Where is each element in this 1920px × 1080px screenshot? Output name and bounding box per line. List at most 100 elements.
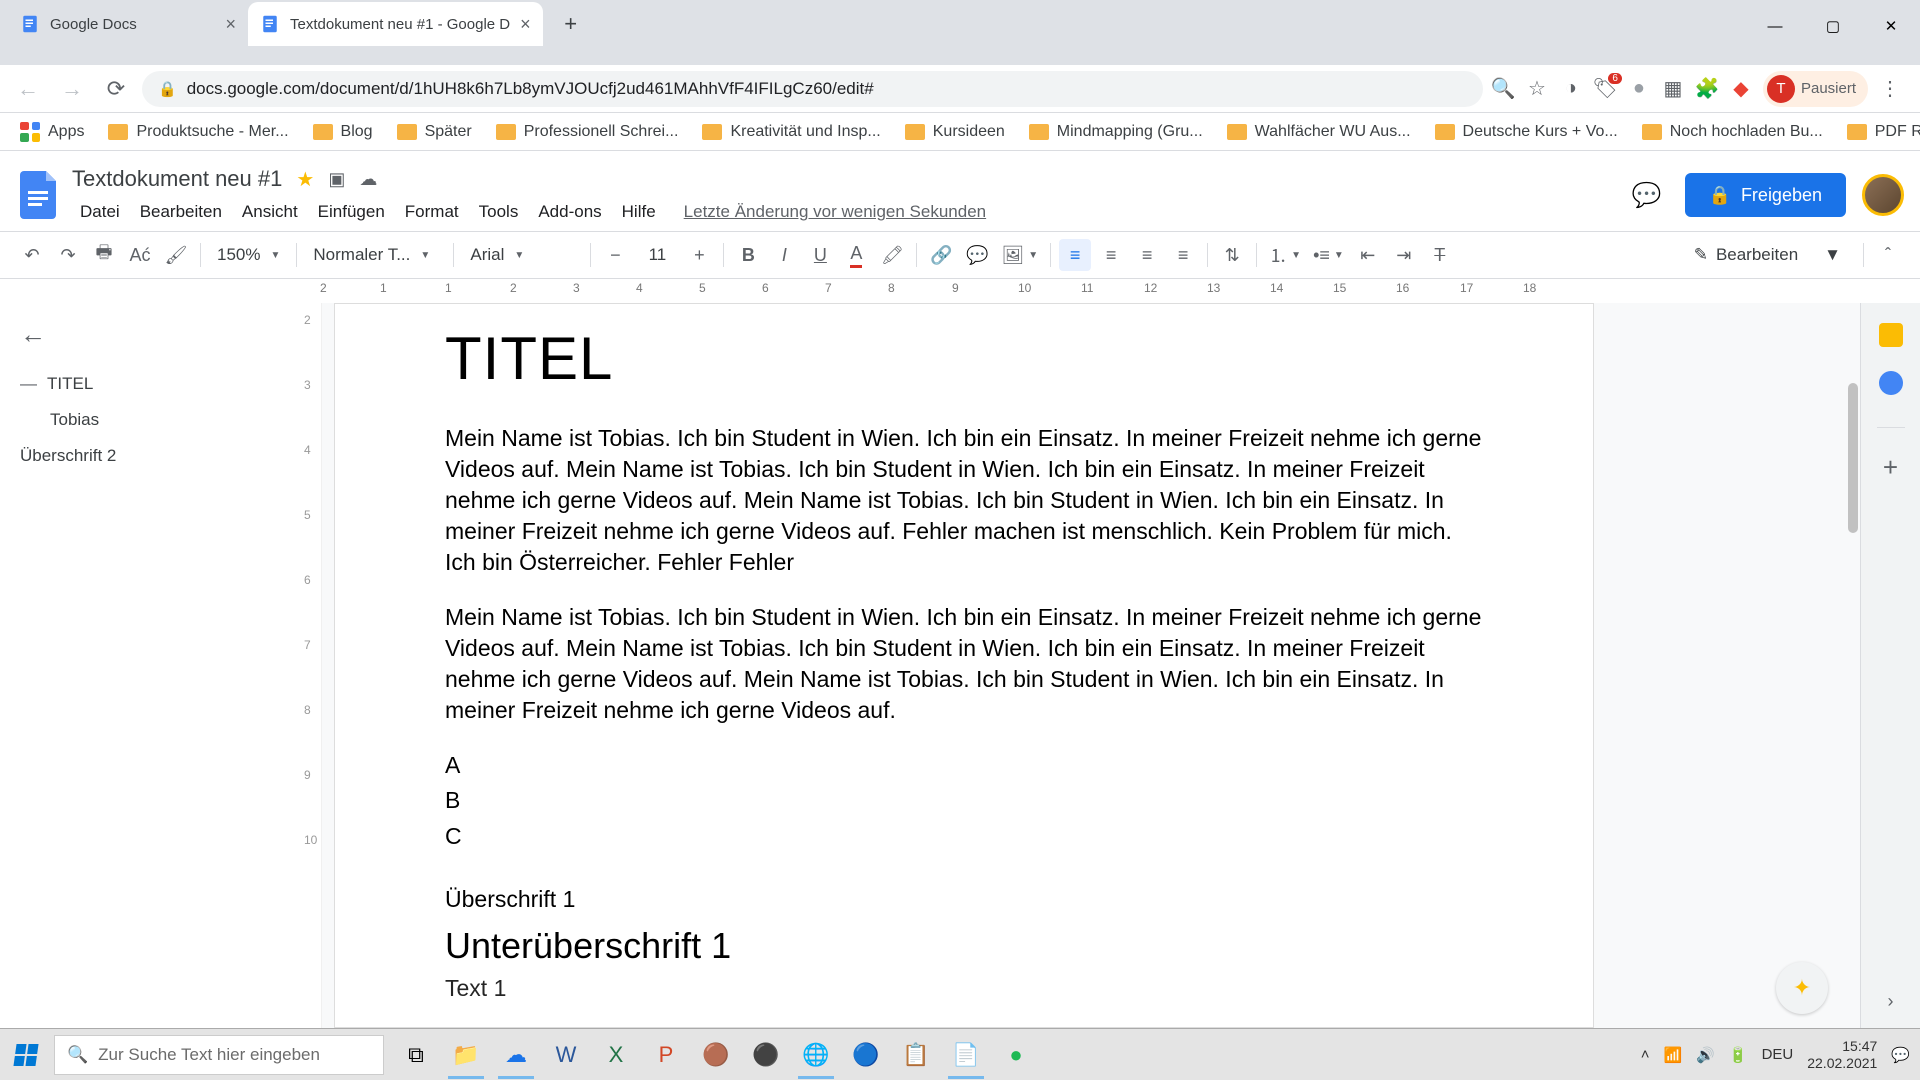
align-left-button[interactable]: ≡ [1059,239,1091,271]
explore-button[interactable]: ✦ [1776,962,1828,1014]
outline-item-tobias[interactable]: Tobias [20,402,280,438]
browser-menu-icon[interactable]: ⋮ [1878,77,1902,101]
bookmark-item[interactable]: Blog [305,119,381,145]
insert-comment-button[interactable]: 💬 [961,239,993,271]
scrollbar-thumb[interactable] [1848,383,1858,533]
tray-language[interactable]: DEU [1762,1046,1794,1063]
bookmark-item[interactable]: Später [389,119,480,145]
taskbar-powerpoint[interactable]: P [642,1031,690,1079]
tray-volume-icon[interactable]: 🔊 [1696,1046,1715,1064]
paint-format-button[interactable]: 🖌 [160,239,192,271]
menu-bearbeiten[interactable]: Bearbeiten [132,198,230,226]
menu-datei[interactable]: Datei [72,198,128,226]
menu-tools[interactable]: Tools [471,198,527,226]
insert-link-button[interactable]: 🔗 [925,239,957,271]
underline-button[interactable]: U [804,239,836,271]
taskbar-chrome[interactable]: 🌐 [792,1031,840,1079]
highlight-color-button[interactable]: 🖍 [876,239,908,271]
keep-icon[interactable] [1879,323,1903,347]
taskbar-app-3[interactable]: 📋 [892,1031,940,1079]
numbered-list-button[interactable]: ⒈▼ [1265,239,1305,271]
editing-mode-dropdown[interactable]: ✎ Bearbeiten ▼ [1680,237,1855,273]
collapse-toolbar-button[interactable]: ˆ [1872,239,1904,271]
increase-font-button[interactable]: + [683,239,715,271]
bookmark-apps[interactable]: Apps [12,118,92,146]
taskbar-app-2[interactable]: 🟤 [692,1031,740,1079]
reload-button[interactable]: ⟳ [98,71,134,107]
taskbar-excel[interactable]: X [592,1031,640,1079]
taskbar-spotify[interactable]: ● [992,1031,1040,1079]
decrease-font-button[interactable]: − [599,239,631,271]
new-tab-button[interactable]: + [553,6,589,42]
tray-battery-icon[interactable]: 🔋 [1729,1046,1748,1064]
horizontal-ruler[interactable]: 21123456789101112131415161718 [300,279,1920,303]
star-icon[interactable]: ☆ [1525,77,1549,101]
bookmark-item[interactable]: Professionell Schrei... [488,119,687,145]
browser-tab-1[interactable]: Textdokument neu #1 - Google D × [248,2,543,46]
bookmark-item[interactable]: Mindmapping (Gru... [1021,119,1211,145]
bulleted-list-button[interactable]: •≡▼ [1309,239,1348,271]
outline-item-titel[interactable]: —TITEL [20,366,280,402]
clear-formatting-button[interactable]: T [1424,239,1456,271]
print-button[interactable]: 🖶 [88,239,120,271]
italic-button[interactable]: I [768,239,800,271]
extension-icon-5[interactable]: ◆ [1729,77,1753,101]
zoom-icon[interactable]: 🔍 [1491,77,1515,101]
comments-button[interactable]: 💬 [1625,173,1669,217]
align-right-button[interactable]: ≡ [1131,239,1163,271]
add-addon-button[interactable]: + [1883,452,1898,483]
extension-icon-1[interactable]: ◑ [1559,77,1583,101]
tasks-icon[interactable] [1879,371,1903,395]
taskbar-notepad[interactable]: 📄 [942,1031,990,1079]
star-document-icon[interactable]: ★ [296,167,314,192]
share-button[interactable]: 🔒 Freigeben [1685,173,1846,217]
account-avatar[interactable] [1862,174,1904,216]
align-center-button[interactable]: ≡ [1095,239,1127,271]
extension-icon-3[interactable]: ● [1627,77,1651,101]
tray-clock[interactable]: 15:47 22.02.2021 [1807,1038,1877,1072]
task-view-button[interactable]: ⧉ [392,1031,440,1079]
extensions-menu-icon[interactable]: 🧩 [1695,77,1719,101]
paragraph-style-dropdown[interactable]: Normaler T...▼ [305,239,445,271]
menu-format[interactable]: Format [397,198,467,226]
tray-notifications-icon[interactable]: 💬 [1891,1046,1910,1064]
move-document-icon[interactable]: ▣ [328,169,345,190]
menu-ansicht[interactable]: Ansicht [234,198,306,226]
text-color-button[interactable]: A [840,239,872,271]
bookmark-item[interactable]: Kreativität und Insp... [694,119,888,145]
menu-einfügen[interactable]: Einfügen [310,198,393,226]
taskbar-edge[interactable]: 🔵 [842,1031,890,1079]
taskbar-search[interactable]: 🔍 Zur Suche Text hier eingeben [54,1035,384,1075]
tray-chevron-icon[interactable]: ˄ [1641,1046,1650,1063]
insert-image-button[interactable]: 🖼▼ [997,239,1042,271]
bold-button[interactable]: B [732,239,764,271]
extension-icon-2[interactable]: 🏷6 [1593,77,1617,101]
bookmark-item[interactable]: Kursideen [897,119,1013,145]
document-title[interactable]: Textdokument neu #1 [72,166,282,192]
address-bar[interactable]: 🔒 docs.google.com/document/d/1hUH8k6h7Lb… [142,71,1483,107]
docs-home-icon[interactable] [16,165,64,225]
bookmark-item[interactable]: Produktsuche - Mer... [100,119,296,145]
back-button[interactable]: ← [10,71,46,107]
maximize-window-icon[interactable]: ▢ [1804,6,1862,46]
bookmark-item[interactable]: Wahlfächer WU Aus... [1219,119,1419,145]
close-window-icon[interactable]: ✕ [1862,6,1920,46]
outline-back-button[interactable]: ← [20,319,280,350]
menu-add-ons[interactable]: Add-ons [530,198,609,226]
spellcheck-button[interactable]: Ać [124,239,156,271]
browser-tab-0[interactable]: Google Docs × [8,2,248,46]
vertical-ruler[interactable]: 2345678910 [300,303,322,1028]
document-page[interactable]: TITEL Mein Name ist Tobias. Ich bin Stud… [334,303,1594,1028]
bookmark-item[interactable]: Noch hochladen Bu... [1634,119,1831,145]
profile-button[interactable]: T Pausiert [1763,71,1868,107]
taskbar-obs[interactable]: ⚫ [742,1031,790,1079]
menu-hilfe[interactable]: Hilfe [614,198,664,226]
redo-button[interactable]: ↷ [52,239,84,271]
taskbar-app-1[interactable]: ☁ [492,1031,540,1079]
bookmark-item[interactable]: PDF Report [1839,119,1920,145]
cloud-status-icon[interactable]: ☁ [359,169,377,190]
align-justify-button[interactable]: ≡ [1167,239,1199,271]
start-button[interactable] [0,1029,52,1080]
font-dropdown[interactable]: Arial▼ [462,239,582,271]
last-change-link[interactable]: Letzte Änderung vor wenigen Sekunden [676,198,994,226]
